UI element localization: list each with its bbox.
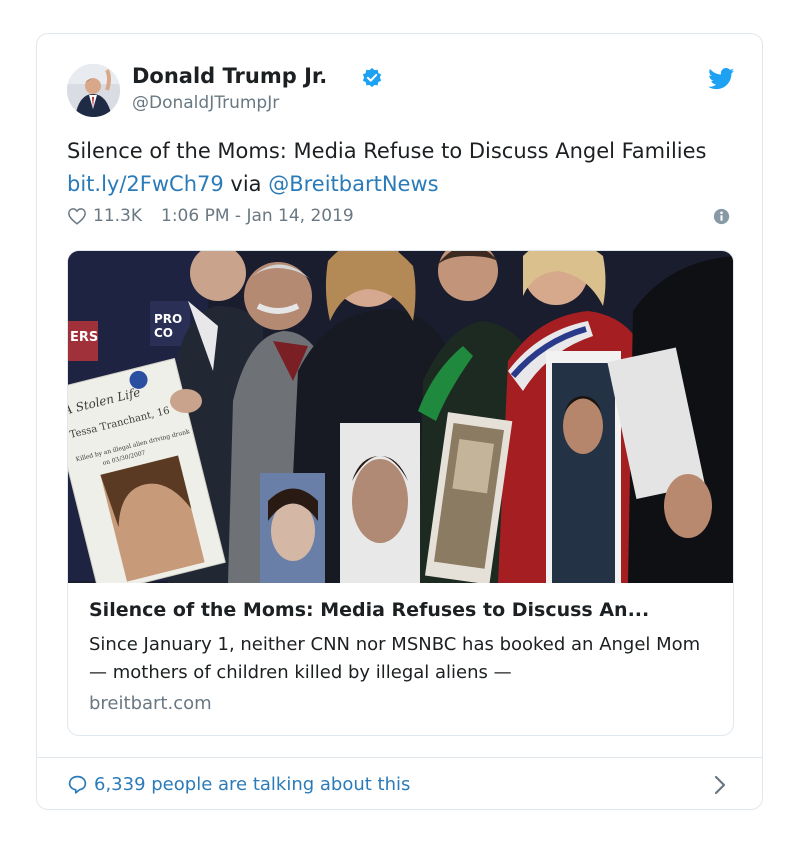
talking-about-link[interactable]: 6,339 people are talking about this (94, 774, 410, 795)
like-count[interactable]: 11.3K (93, 206, 142, 226)
tweet-card: Donald Trump Jr. @DonaldJTrumpJr Silence… (36, 33, 763, 810)
link-card-description: Since January 1, neither CNN nor MSNBC h… (89, 634, 701, 683)
heart-icon[interactable] (67, 207, 87, 225)
link-card-title[interactable]: Silence of the Moms: Media Refuses to Di… (89, 599, 719, 621)
tweet-mention[interactable]: @BreitbartNews (268, 172, 438, 196)
backdrop-text-2: PRO (154, 312, 182, 326)
tweet-text-body: Silence of the Moms: Media Refuse to Dis… (67, 139, 707, 163)
link-preview-image[interactable]: ERS PRO CO A Stolen Life Tessa Tranchant… (68, 251, 734, 583)
backdrop-text: ERS (70, 330, 98, 345)
timestamp[interactable]: 1:06 PM - Jan 14, 2019 (161, 206, 354, 226)
conversation-footer[interactable]: 6,339 people are talking about this (67, 770, 410, 798)
author-handle[interactable]: @DonaldJTrumpJr (132, 93, 279, 113)
twitter-bird-icon[interactable] (708, 68, 735, 90)
author-name[interactable]: Donald Trump Jr. (132, 64, 327, 88)
tweet-text: Silence of the Moms: Media Refuse to Dis… (67, 135, 727, 201)
chevron-right-icon[interactable] (713, 775, 727, 795)
info-icon[interactable] (713, 208, 730, 225)
tweet-meta: 11.3K 1:06 PM - Jan 14, 2019 (67, 206, 354, 226)
speech-bubble-icon (68, 775, 87, 794)
avatar[interactable] (67, 64, 120, 117)
tweet-link[interactable]: bit.ly/2FwCh79 (67, 172, 224, 196)
divider (37, 757, 762, 758)
backdrop-text-3: CO (154, 326, 173, 340)
link-card-domain: breitbart.com (89, 693, 212, 714)
verified-badge-icon (362, 67, 382, 88)
link-preview-card[interactable]: ERS PRO CO A Stolen Life Tessa Tranchant… (67, 250, 734, 736)
tweet-text-via: via (223, 172, 269, 196)
